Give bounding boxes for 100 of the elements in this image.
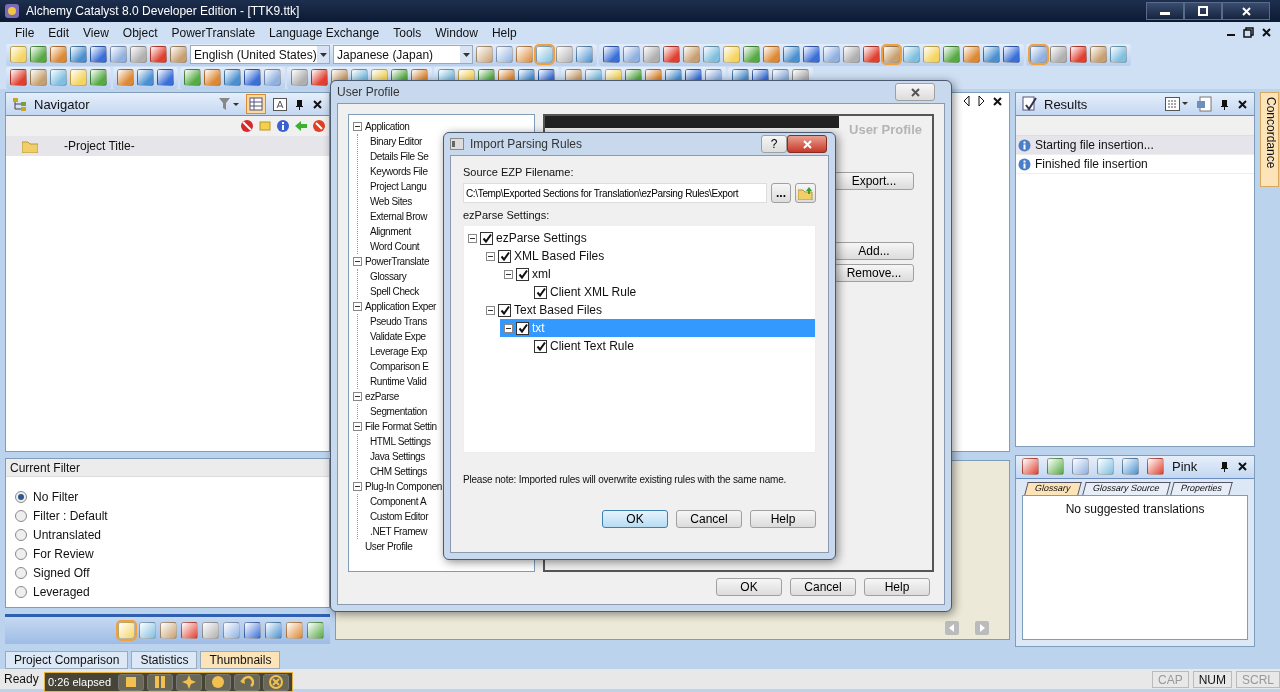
toolbar-button[interactable]: [703, 46, 720, 63]
toolbar-button[interactable]: [181, 622, 198, 639]
tab[interactable]: Glossary Source: [1081, 481, 1170, 495]
recorder-button[interactable]: [176, 673, 202, 691]
restore-icon[interactable]: [1243, 27, 1254, 38]
tab[interactable]: Project Comparison: [5, 651, 129, 669]
restore-button[interactable]: [1184, 2, 1222, 20]
close-icon[interactable]: [992, 95, 1003, 107]
toolbar-button[interactable]: [110, 46, 127, 63]
button[interactable]: Cancel: [676, 510, 742, 528]
toolbar-button[interactable]: [223, 622, 240, 639]
toolbar-button[interactable]: [139, 622, 156, 639]
stop-icon[interactable]: [240, 119, 254, 133]
radio-button[interactable]: [15, 585, 27, 598]
menu-item[interactable]: Window: [428, 25, 485, 40]
toolbar-button[interactable]: [70, 46, 87, 63]
toolbar-button[interactable]: [1090, 46, 1107, 63]
button[interactable]: OK: [602, 510, 668, 528]
collapse-toggle[interactable]: [486, 251, 495, 261]
collapse-toggle[interactable]: [353, 302, 362, 311]
radio-button[interactable]: [15, 490, 27, 503]
toolbar-button[interactable]: [150, 46, 167, 63]
toolbar-button[interactable]: [1070, 46, 1087, 63]
menu-item[interactable]: Edit: [41, 25, 77, 40]
toolbar-button[interactable]: [30, 69, 47, 86]
button[interactable]: Help: [750, 510, 816, 528]
toolbar-button[interactable]: [90, 46, 107, 63]
toolbar-button[interactable]: [843, 46, 860, 63]
toolbar-button[interactable]: [311, 69, 328, 86]
tree-row[interactable]: Client Text Rule: [518, 337, 815, 355]
toolbar-button[interactable]: [943, 46, 960, 63]
button[interactable]: Cancel: [790, 578, 856, 596]
toolbar-button[interactable]: [683, 46, 700, 63]
button[interactable]: Export...: [834, 172, 914, 190]
toolbar-button[interactable]: [883, 46, 900, 63]
grid-icon[interactable]: [1165, 97, 1189, 111]
checkbox[interactable]: [516, 267, 529, 281]
toolbar-button[interactable]: [516, 46, 533, 63]
toolbar-button[interactable]: [963, 46, 980, 63]
grid-icon[interactable]: [246, 94, 266, 114]
toolbar-button[interactable]: [903, 46, 920, 63]
info-icon[interactable]: [276, 119, 290, 133]
tree-row[interactable]: xml: [500, 265, 815, 283]
toolbar-button[interactable]: [663, 46, 680, 63]
close-icon[interactable]: [1237, 461, 1248, 473]
toolbar-button[interactable]: [1030, 46, 1047, 63]
toolbar-button[interactable]: [264, 69, 281, 86]
button[interactable]: OK: [716, 578, 782, 596]
text-box-icon[interactable]: [273, 97, 287, 111]
collapse-toggle[interactable]: [468, 233, 477, 243]
recorder-button[interactable]: [234, 673, 260, 691]
export-icon[interactable]: [1196, 96, 1212, 112]
open-folder-button[interactable]: [795, 183, 816, 203]
toolbar-button[interactable]: [643, 46, 660, 63]
toolbar-button[interactable]: [556, 46, 573, 63]
button[interactable]: Remove...: [834, 264, 914, 282]
result-row[interactable]: Starting file insertion...: [1016, 136, 1254, 155]
result-row[interactable]: Finished file insertion: [1016, 155, 1254, 174]
toolbar-button[interactable]: [291, 69, 308, 86]
toolbar-button[interactable]: [90, 69, 107, 86]
tab[interactable]: Glossary: [1024, 481, 1082, 495]
toolbar-button[interactable]: [157, 69, 174, 86]
close-icon[interactable]: [1261, 27, 1272, 38]
toolbar-button[interactable]: [863, 46, 880, 63]
minimize-button[interactable]: [1146, 2, 1184, 20]
target-language-dropdown[interactable]: Japanese (Japan): [333, 45, 473, 64]
collapse-toggle[interactable]: [504, 323, 513, 333]
close-button[interactable]: [1222, 2, 1270, 20]
menu-item[interactable]: Object: [115, 25, 165, 40]
radio-button[interactable]: [15, 547, 27, 560]
toolbar-button[interactable]: [1022, 458, 1039, 476]
toolbar-button[interactable]: [1050, 46, 1067, 63]
tree-item[interactable]: Plug-In Componen: [365, 479, 442, 494]
tree-item[interactable]: Application Exper: [365, 299, 437, 314]
collapse-toggle[interactable]: [353, 422, 362, 431]
button[interactable]: Add...: [834, 242, 914, 260]
toolbar-button[interactable]: [184, 69, 201, 86]
toolbar-button[interactable]: [286, 622, 303, 639]
toolbar-button[interactable]: [1072, 458, 1089, 476]
toolbar-button[interactable]: [983, 46, 1000, 63]
toolbar-button[interactable]: [265, 622, 282, 639]
collapse-toggle[interactable]: [353, 482, 362, 491]
menu-item[interactable]: Help: [484, 25, 524, 40]
recorder-button[interactable]: [205, 673, 231, 691]
toolbar-button[interactable]: [137, 69, 154, 86]
toolbar-button[interactable]: [603, 46, 620, 63]
toolbar-button[interactable]: [763, 46, 780, 63]
toolbar-button[interactable]: [130, 46, 147, 63]
menu-item[interactable]: File: [8, 25, 42, 40]
menu-item[interactable]: PowerTranslate: [164, 25, 263, 40]
recorder-button[interactable]: [118, 673, 144, 691]
right-arrow-icon[interactable]: [978, 96, 984, 106]
checkbox[interactable]: [516, 321, 529, 335]
tab[interactable]: Statistics: [131, 651, 198, 669]
toolbar-button[interactable]: [1110, 46, 1127, 63]
close-icon[interactable]: [1237, 98, 1248, 110]
toolbar-button[interactable]: [244, 69, 261, 86]
tree-row[interactable]: Text Based Files: [482, 301, 815, 319]
toolbar-button[interactable]: [160, 622, 177, 639]
side-tab[interactable]: Concordance: [1260, 92, 1279, 187]
